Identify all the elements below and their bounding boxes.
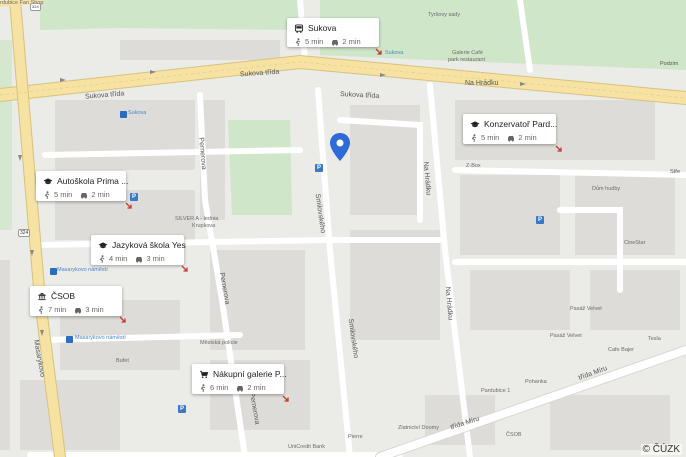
car-icon — [237, 385, 244, 392]
card-title: Konzervatoř Pard... — [484, 119, 558, 129]
card-title: Jazyková škola Yes — [112, 240, 186, 250]
school-icon — [43, 177, 53, 184]
street-label: Podzim — [660, 61, 679, 67]
drive-time: 2 min — [342, 37, 361, 46]
walk-icon — [200, 383, 206, 392]
park-area — [228, 120, 292, 215]
poi-label[interactable]: Bufet — [116, 358, 129, 365]
car-icon — [136, 256, 143, 263]
park-area — [40, 0, 300, 30]
bus-stop-icon[interactable] — [66, 336, 73, 343]
place-card-nakupni-galerie[interactable]: Nákupní galerie P... 6 min 2 min — [192, 364, 287, 394]
poi-label[interactable]: SILVER A - lednia — [175, 216, 218, 223]
place-card-sukova[interactable]: Sukova 5 min 2 min — [287, 18, 379, 47]
poi-label[interactable]: Cafe Bajer — [608, 347, 634, 354]
card-title: Nákupní galerie P... — [213, 369, 287, 379]
car-icon — [81, 192, 88, 199]
poi-label[interactable]: Galerie Café — [452, 50, 483, 57]
walk-time: 5 min — [54, 190, 73, 199]
car-icon — [508, 135, 515, 142]
place-card-jazykova[interactable]: Jazyková škola Yes 4 min 3 min — [91, 235, 186, 265]
poi-label[interactable]: Pasáž Velvet — [550, 333, 582, 340]
card-title: Autoškola Prima ... — [57, 176, 129, 186]
poi-label[interactable]: Pasáž Velvet — [570, 306, 602, 313]
parking-icon[interactable]: P — [130, 193, 138, 201]
route-arrow-icon[interactable] — [555, 145, 563, 153]
bus-stop-icon[interactable] — [50, 268, 57, 275]
poi-label[interactable]: park restaurant — [448, 57, 485, 64]
poi-label[interactable]: Sukova — [385, 50, 403, 57]
location-pin-icon[interactable] — [329, 132, 351, 162]
car-icon — [75, 307, 82, 314]
road-shield: 324 — [18, 229, 31, 237]
route-arrow-icon[interactable] — [181, 265, 189, 273]
walk-time: 7 min — [48, 305, 67, 314]
poi-label[interactable]: Pierre — [348, 434, 363, 441]
walk-icon — [295, 37, 301, 46]
walk-time: 6 min — [210, 383, 229, 392]
parking-icon[interactable]: P — [536, 216, 544, 224]
park-area — [0, 40, 12, 230]
school-icon — [470, 120, 480, 127]
walk-time: 4 min — [109, 254, 128, 263]
drive-time: 2 min — [247, 383, 266, 392]
parking-icon[interactable]: P — [178, 405, 186, 413]
poi-label[interactable]: Dům hudby — [592, 186, 620, 193]
place-card-csob[interactable]: ČSOB 7 min 3 min — [30, 286, 122, 316]
poi-label[interactable]: Krupkova — [192, 223, 215, 230]
place-card-autoskola[interactable]: Autoškola Prima ... 5 min 2 min — [36, 171, 129, 201]
card-title: Sukova — [308, 23, 337, 33]
route-arrow-icon[interactable] — [125, 202, 133, 210]
place-card-konzervator[interactable]: Konzervatoř Pard... 5 min 2 min — [463, 114, 558, 144]
bus-stop-icon[interactable] — [120, 111, 127, 118]
walk-icon — [38, 305, 44, 314]
street-label: Na Hrádku — [465, 80, 499, 87]
walk-icon — [471, 133, 477, 142]
route-arrow-icon[interactable] — [282, 395, 290, 403]
walk-icon — [99, 254, 105, 263]
drive-time: 2 min — [91, 190, 110, 199]
road-shield: 324 — [30, 3, 41, 11]
poi-label[interactable]: UniCredit Bank — [288, 444, 325, 451]
shopping-cart-icon — [199, 370, 209, 378]
poi-label[interactable]: Tesla — [648, 336, 661, 343]
drive-time: 3 min — [146, 254, 165, 263]
walk-icon — [44, 190, 50, 199]
route-arrow-icon[interactable] — [119, 316, 127, 324]
poi-label[interactable]: ČSOB — [506, 432, 522, 439]
walk-time: 5 min — [481, 133, 500, 142]
car-icon — [332, 39, 339, 46]
poi-label[interactable]: Zlatnictví Doomy — [398, 425, 439, 432]
poi-label[interactable]: Sukova — [128, 110, 146, 117]
poi-label[interactable]: Masarykovo náměstí — [57, 267, 108, 274]
school-icon — [98, 241, 108, 248]
map-copyright[interactable]: © ČÚZK — [640, 444, 682, 455]
drive-time: 3 min — [85, 305, 104, 314]
street-label: Stře — [670, 169, 681, 175]
poi-label[interactable]: Z-Box — [466, 163, 481, 170]
parking-icon[interactable]: P — [315, 164, 323, 172]
poi-label[interactable]: Pardubice 1 — [481, 388, 510, 395]
poi-label[interactable]: Masarykovo náměstí — [75, 335, 126, 342]
bus-icon — [294, 23, 304, 33]
route-arrow-icon[interactable] — [375, 48, 383, 56]
poi-label[interactable]: CineStar — [624, 240, 645, 247]
bank-icon — [38, 292, 46, 300]
poi-label[interactable]: Městská policie — [200, 340, 238, 347]
poi-label[interactable]: Pohanka — [525, 379, 547, 386]
poi-label[interactable]: Tyršovy sady — [428, 12, 460, 19]
card-title: ČSOB — [51, 291, 76, 301]
drive-time: 2 min — [518, 133, 537, 142]
walk-time: 5 min — [305, 37, 324, 46]
map-canvas[interactable] — [0, 0, 686, 457]
